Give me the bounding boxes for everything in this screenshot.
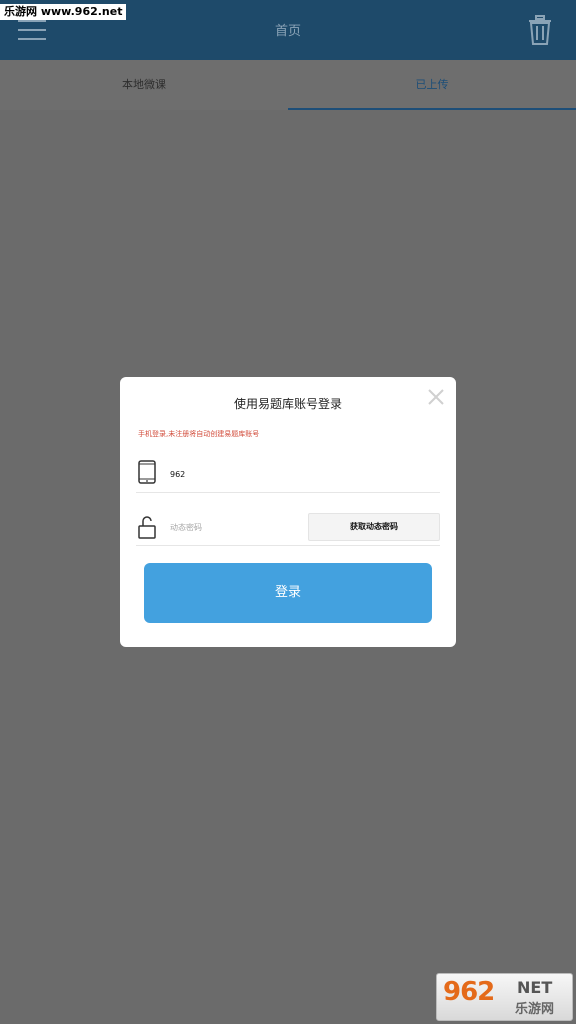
phone-number-input[interactable] — [168, 463, 372, 485]
tab-bar: 本地微课 已上传 — [0, 60, 576, 110]
watermark-logo-text: 乐游网 — [515, 1002, 555, 1017]
phone-icon — [138, 460, 156, 484]
get-dynamic-password-button[interactable]: 获取动态密码 — [308, 513, 440, 541]
page-title: 首页 — [274, 24, 301, 39]
login-dialog: 使用易题库账号登录 手机登录,未注册将自动创建易题库账号 获取动态密码 登录 — [120, 377, 456, 647]
phone-row — [136, 455, 440, 493]
login-button[interactable]: 登录 — [144, 563, 432, 623]
trash-icon[interactable] — [526, 15, 554, 45]
register-hint: 手机登录,未注册将自动创建易题库账号 — [138, 430, 260, 438]
watermark-logo-net: NET — [517, 978, 553, 997]
watermark-logo: 962 NET 乐游网 — [436, 973, 573, 1021]
tab-local-courses[interactable]: 本地微课 — [0, 60, 288, 110]
unlock-icon — [138, 515, 156, 539]
watermark-logo-number: 962 — [443, 977, 495, 1007]
tab-uploaded[interactable]: 已上传 — [288, 60, 576, 110]
watermark-site-label: 乐游网 www.962.net — [0, 4, 127, 20]
password-row: 获取动态密码 — [136, 509, 440, 546]
dialog-title: 使用易题库账号登录 — [233, 397, 342, 411]
dynamic-password-input[interactable] — [168, 517, 302, 537]
